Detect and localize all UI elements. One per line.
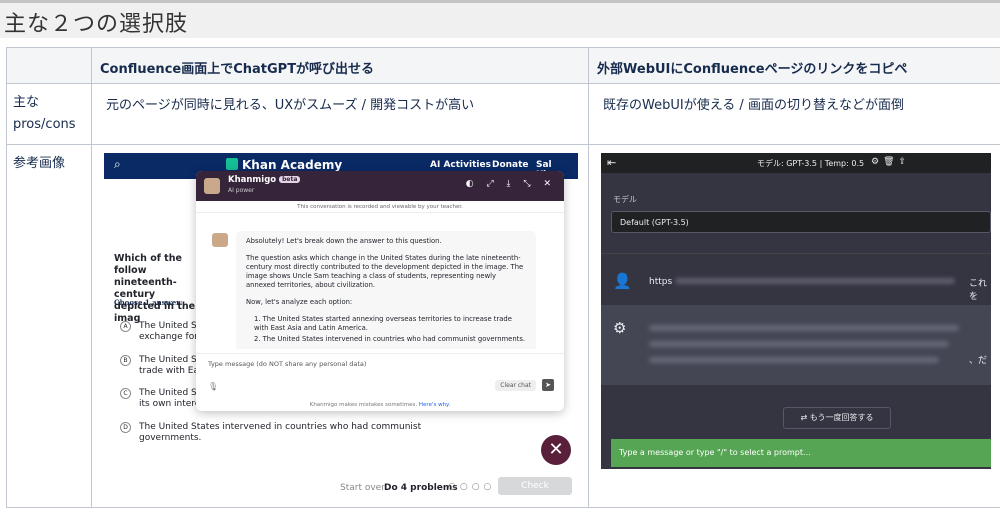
bot-icon: ⚙ [613,319,627,337]
bot-message: Absolutely! Let's break down the answer … [236,231,536,349]
progress-dots: ○○○○ [448,482,496,492]
chat-message-area: Absolutely! Let's break down the answer … [206,219,546,349]
bot-message-tail: 、だ [969,356,988,366]
khan-academy-screenshot: ⌕ Khan Academy AI Activities Donate Sal … [104,153,578,475]
option-circle: D [120,422,131,433]
gpt-message-input[interactable]: Type a message or type "/" to select a p… [611,439,991,467]
microphone-icon[interactable]: 🎙 [208,382,218,391]
khan-logo: Khan Academy [226,158,342,172]
bot-avatar [212,233,228,247]
user-icon: 👤 [613,272,632,290]
header-col1: Confluence画面上でChatGPTが呼び出せる [91,47,589,84]
choose-label: Choose 1 answer: [114,298,183,307]
bot-message-row: ⚙ 、だ [601,305,991,385]
user-message-tail: これを [969,279,988,302]
user-message-row: 👤 https これを [601,253,991,305]
chat-title: Khanmigo beta [228,175,301,185]
user-message-text: https [649,277,673,287]
regenerate-label: もう一度回答する [809,413,874,422]
model-label: モデル [613,195,637,204]
answer-option-d[interactable]: D The United States intervened in countri… [120,422,429,444]
cell-col2-pros-cons: 既存のWebUIが使える / 画面の切り替えなどが面倒 [588,83,1000,145]
chat-notice: This conversation is recorded and viewab… [196,201,564,213]
chat-input-placeholder[interactable]: Type message (do NOT share any personal … [208,360,366,368]
table-row-reference-images: 参考画像 ⌕ Khan Academy AI Activities Donate… [6,144,1000,508]
heres-why-link[interactable]: Here's why. [419,402,450,408]
beta-badge: beta [279,176,301,183]
cell-gpt-screenshot: ⇤ モデル: GPT-3.5 | Temp: 0.5 ⚙🗑⇪ モデル Defau… [588,144,1000,508]
message-paragraph: The question asks which change in the Un… [246,254,524,289]
disclaimer-text: Khanmigo makes mistakes sometimes. [309,402,418,408]
page-heading: 主な２つの選択肢 [4,12,189,37]
refresh-icon: ⇄ [800,413,810,422]
option-circle: A [120,321,131,332]
model-temp-readout: モデル: GPT-3.5 | Temp: 0.5 [757,159,865,168]
cell-col1-pros-cons: 元のページが同時に見れる、UXがスムーズ / 開発コストが高い [91,83,589,145]
chat-subtitle: AI power [228,187,255,194]
model-select[interactable]: Default (GPT-3.5) [611,211,991,233]
question-text: Which of the follow nineteenth-century d… [114,253,196,324]
send-icon[interactable]: ➤ [542,379,554,391]
table-header-row: Confluence画面上でChatGPTが呼び出せる 外部WebUIにConf… [6,47,1000,84]
nav-ai-activities[interactable]: AI Activities [430,160,491,170]
chat-disclaimer: Khanmigo makes mistakes sometimes. Here'… [196,402,564,408]
collapse-sidebar-icon[interactable]: ⇤ [607,156,616,169]
topbar-action-icons[interactable]: ⚙🗑⇪ [871,157,910,167]
clear-chat-button[interactable]: Clear chat [495,380,536,391]
start-over-button[interactable]: Start over [340,483,385,493]
khan-logo-text: Khan Academy [242,158,343,172]
row-label-reference: 参考画像 [6,144,92,508]
option-text: The United States intervened in countrie… [139,422,422,443]
chat-window-controls[interactable]: ◐ ⤢ ⤓ ⤡ ✕ [466,179,556,189]
nav-donate[interactable]: Donate [492,160,529,170]
cell-khan-screenshot: ⌕ Khan Academy AI Activities Donate Sal … [91,144,589,508]
blurred-url [675,278,955,284]
close-chat-fab-icon[interactable]: ✕ [541,435,571,465]
blurred-line [649,341,949,347]
header-empty-cell [6,47,92,84]
option-circle: C [120,388,131,399]
table-row-pros-cons: 主な pros/cons 元のページが同時に見れる、UXがスムーズ / 開発コス… [6,83,1000,145]
message-paragraph: Now, let's analyze each option: [246,298,353,306]
comparison-table: Confluence画面上でChatGPTが呼び出せる 外部WebUIにConf… [6,47,1000,508]
header-col2: 外部WebUIにConfluenceページのリンクをコピペ [588,47,1000,84]
message-paragraph: Absolutely! Let's break down the answer … [246,237,442,245]
check-button[interactable]: Check [498,477,572,495]
khanmigo-avatar [204,178,220,194]
message-list-item: 2. The United States intervened in count… [254,335,526,343]
do-problems-label: Do 4 problems [384,483,458,493]
khanmigo-chat-panel: Khanmigo beta AI power ◐ ⤢ ⤓ ⤡ ✕ This con… [196,171,564,411]
gpt-webui-screenshot: ⇤ モデル: GPT-3.5 | Temp: 0.5 ⚙🗑⇪ モデル Defau… [601,153,991,469]
khan-bottom-bar: Start over Do 4 problems ○○○○ Check [92,475,578,505]
chat-title-text: Khanmigo [228,175,277,185]
heading-bar: 主な２つの選択肢 [0,0,1000,38]
option-circle: B [120,355,131,366]
blurred-line [649,357,939,363]
row-label-pros-cons: 主な pros/cons [6,83,92,145]
regenerate-button[interactable]: ⇄ もう一度回答する [783,407,891,429]
gpt-topbar: ⇤ モデル: GPT-3.5 | Temp: 0.5 ⚙🗑⇪ [601,153,991,173]
chat-input-area[interactable]: Type message (do NOT share any personal … [196,353,564,411]
search-icon: ⌕ [114,157,121,171]
blurred-line [649,325,959,331]
message-list-item: 1. The United States started annexing ov… [254,315,512,332]
chat-header: Khanmigo beta AI power ◐ ⤢ ⤓ ⤡ ✕ [196,171,564,201]
khan-hex-icon [226,158,238,170]
